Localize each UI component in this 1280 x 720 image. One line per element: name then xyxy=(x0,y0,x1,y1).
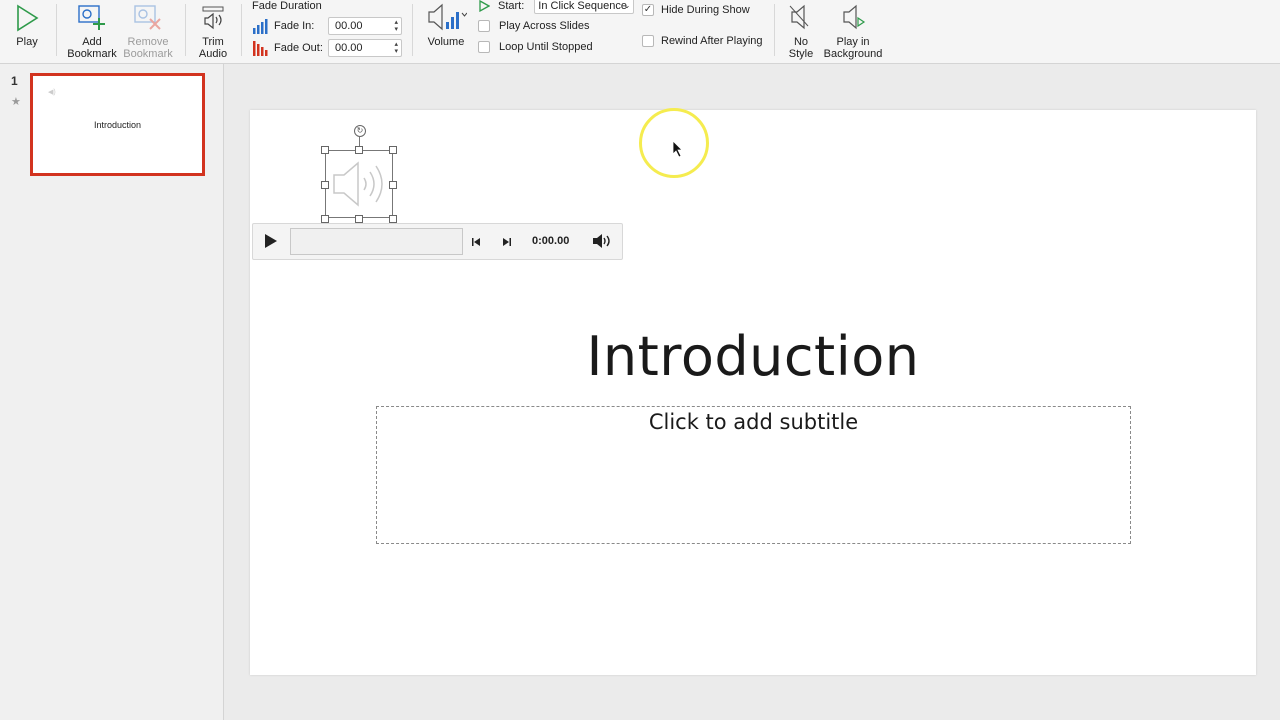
fade-in-label: Fade In: xyxy=(274,20,315,32)
play-in-background-icon xyxy=(840,0,866,32)
ribbon-separator xyxy=(56,4,57,56)
hide-during-show-label: Hide During Show xyxy=(661,4,750,16)
rewind-after-playing-row[interactable]: Rewind After Playing xyxy=(642,35,763,47)
start-label: Start: xyxy=(498,0,525,12)
fade-out-label: Fade Out: xyxy=(274,42,323,54)
no-style-icon xyxy=(788,0,814,32)
start-row: Start: In Click Sequence ⌄ xyxy=(478,0,635,14)
player-progress-bar[interactable] xyxy=(290,228,463,255)
loop-until-stopped-row[interactable]: Loop Until Stopped xyxy=(478,41,593,53)
slide-canvas[interactable] xyxy=(250,110,1256,675)
add-bookmark-icon xyxy=(77,0,107,32)
rotate-handle-icon[interactable]: ↻ xyxy=(354,125,366,137)
mouse-pointer-icon xyxy=(672,140,684,158)
play-across-slides-label: Play Across Slides xyxy=(499,20,590,32)
play-in-background-button[interactable]: Play in Background xyxy=(822,0,884,60)
play-button[interactable]: Play xyxy=(6,0,48,48)
fade-out-icon xyxy=(252,40,270,56)
fade-out-stepper[interactable]: 00.00 ▴ ▾ xyxy=(328,39,402,57)
player-time: 0:00.00 xyxy=(532,235,570,247)
skip-back-icon[interactable] xyxy=(471,235,483,247)
remove-bookmark-icon xyxy=(133,0,163,32)
volume-button[interactable]: Volume xyxy=(422,0,470,48)
slide-thumbnail[interactable]: ◀) Introduction xyxy=(30,73,205,176)
volume-label: Volume xyxy=(427,36,465,48)
ribbon-separator xyxy=(241,4,242,56)
fade-in-value: 00.00 xyxy=(335,20,363,32)
fade-in-row: Fade In: 00.00 ▴ ▾ xyxy=(252,17,402,35)
slide-title[interactable]: Introduction xyxy=(250,325,1256,388)
play-across-slides-row[interactable]: Play Across Slides xyxy=(478,20,589,32)
animation-star-icon: ★ xyxy=(11,96,21,108)
ribbon-separator xyxy=(185,4,186,56)
resize-handle[interactable] xyxy=(389,146,397,154)
trim-audio-icon xyxy=(201,0,225,32)
ribbon-separator xyxy=(412,4,413,56)
play-button-label: Play xyxy=(16,36,38,48)
play-icon xyxy=(14,0,40,32)
resize-handle[interactable] xyxy=(389,181,397,189)
resize-handle[interactable] xyxy=(389,215,397,223)
fade-out-value: 00.00 xyxy=(335,42,363,54)
player-volume-icon[interactable] xyxy=(592,233,612,249)
rewind-after-playing-label: Rewind After Playing xyxy=(661,35,763,47)
stepper-arrows-icon[interactable]: ▴ ▾ xyxy=(394,18,398,34)
fade-duration-title: Fade Duration xyxy=(252,0,322,12)
fade-in-icon xyxy=(252,18,270,34)
skip-forward-icon[interactable] xyxy=(500,235,512,247)
player-play-icon[interactable] xyxy=(262,232,280,250)
start-dropdown-value: In Click Sequence xyxy=(538,0,627,12)
fade-out-row: Fade Out: 00.00 ▴ ▾ xyxy=(252,39,402,57)
play-across-slides-checkbox[interactable] xyxy=(478,20,490,32)
remove-bookmark-button[interactable]: Remove Bookmark xyxy=(122,0,174,60)
slide-thumbnail-title: Introduction xyxy=(93,119,142,130)
trim-audio-button[interactable]: Trim Audio xyxy=(192,0,234,60)
resize-handle[interactable] xyxy=(321,146,329,154)
fade-in-stepper[interactable]: 00.00 ▴ ▾ xyxy=(328,17,402,35)
ribbon-separator xyxy=(774,4,775,56)
volume-icon xyxy=(425,0,467,32)
stepper-arrows-icon[interactable]: ▴ ▾ xyxy=(394,40,398,56)
speaker-icon xyxy=(333,161,383,207)
checkmark-icon: ✓ xyxy=(643,4,653,15)
resize-handle[interactable] xyxy=(355,146,363,154)
no-style-button[interactable]: No Style xyxy=(782,0,820,60)
loop-until-stopped-label: Loop Until Stopped xyxy=(499,41,593,53)
play-in-background-label: Play in Background xyxy=(823,36,883,60)
loop-until-stopped-checkbox[interactable] xyxy=(478,41,490,53)
subtitle-placeholder[interactable]: Click to add subtitle xyxy=(376,410,1131,434)
start-dropdown[interactable]: In Click Sequence ⌄ xyxy=(534,0,635,14)
start-play-icon xyxy=(479,0,490,12)
slide-number: 1 xyxy=(11,74,18,88)
remove-bookmark-label: Remove Bookmark xyxy=(123,36,173,60)
chevron-down-icon: ⌄ xyxy=(623,1,631,10)
ribbon: Play Add Bookmark Remove Bookmark Trim A… xyxy=(0,0,1280,64)
trim-audio-label: Trim Audio xyxy=(198,36,228,60)
rewind-after-playing-checkbox[interactable] xyxy=(642,35,654,47)
resize-handle[interactable] xyxy=(321,215,329,223)
audio-object[interactable] xyxy=(325,150,393,218)
resize-handle[interactable] xyxy=(321,181,329,189)
hide-during-show-checkbox[interactable]: ✓ xyxy=(642,4,654,16)
hide-during-show-row[interactable]: ✓ Hide During Show xyxy=(642,4,750,16)
add-bookmark-label: Add Bookmark xyxy=(67,36,117,60)
no-style-label: No Style xyxy=(788,36,814,60)
speaker-icon: ◀) xyxy=(48,89,56,96)
resize-handle[interactable] xyxy=(355,215,363,223)
add-bookmark-button[interactable]: Add Bookmark xyxy=(64,0,120,60)
